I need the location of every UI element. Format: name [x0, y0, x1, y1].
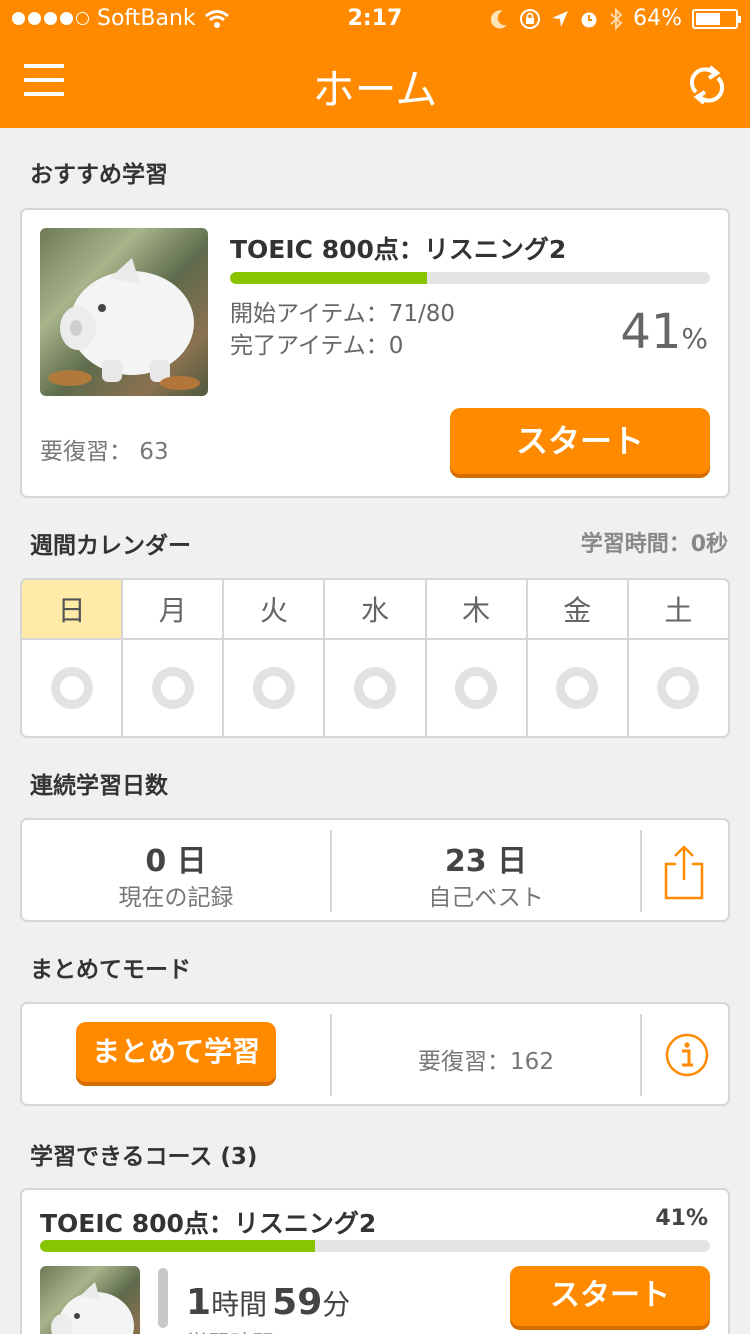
weekly-calendar: 日 月 火 水 木 金 土: [20, 578, 730, 738]
alarm-icon: [581, 12, 597, 27]
recommended-section-title: おすすめ学習: [30, 162, 168, 188]
batch-review-count: 要復習：162: [418, 1049, 554, 1075]
course-progress-bar: [40, 1240, 710, 1252]
piggy-bank-image: [51, 1282, 134, 1334]
review-count: 要復習： 63: [40, 439, 169, 465]
info-button[interactable]: [664, 1032, 710, 1078]
bluetooth-icon: [610, 7, 623, 30]
location-icon: [552, 10, 569, 27]
course-percent: 41%: [655, 1206, 708, 1231]
courses-section-title: 学習できるコース (3): [30, 1144, 258, 1170]
batch-section-title: まとめてモード: [30, 957, 191, 983]
time-indicator: [158, 1268, 168, 1328]
recommended-progress-bar: [230, 272, 710, 284]
day-status-thu: [427, 640, 528, 736]
course-thumbnail: [40, 228, 208, 396]
calendar-section-title: 週間カレンダー: [30, 533, 191, 559]
completed-items: 完了アイテム：0: [230, 333, 404, 359]
divider: [640, 1014, 642, 1096]
day-status-fri: [528, 640, 629, 736]
streak-card: 0 日 現在の記録 23 日 自己ベスト: [20, 818, 730, 922]
study-duration: 1時間 59分: [186, 1282, 351, 1323]
study-time: 学習時間：0秒: [580, 532, 728, 557]
best-streak-value: 23 日: [444, 844, 528, 879]
study-duration-label: 学習時間: [186, 1326, 274, 1334]
day-thu[interactable]: 木: [426, 580, 528, 640]
day-sun[interactable]: 日: [22, 580, 124, 640]
refresh-button[interactable]: [684, 62, 730, 108]
day-tue[interactable]: 火: [224, 580, 326, 640]
day-status-wed: [325, 640, 427, 736]
nav-bar: ホーム: [0, 40, 750, 128]
current-streak-value: 0 日: [145, 844, 207, 879]
progress-percent: 41%: [620, 304, 708, 360]
course-title: TOEIC 800点：リスニング2: [40, 1209, 377, 1238]
best-streak-label: 自己ベスト: [428, 885, 544, 911]
course-card[interactable]: TOEIC 800点：リスニング2 41% 1時間 59分 学習時間 スタート: [20, 1188, 730, 1334]
empty-ring-icon: [657, 667, 700, 709]
day-status-sat: [629, 640, 728, 736]
day-status-mon: [123, 640, 225, 736]
recommended-card[interactable]: TOEIC 800点：リスニング2 開始アイテム：71/80 完了アイテム：0 …: [20, 208, 730, 498]
batch-card: まとめて学習 要復習：162: [20, 1002, 730, 1106]
piggy-bank-image: [48, 258, 200, 390]
day-wed[interactable]: 水: [325, 580, 427, 640]
started-items: 開始アイテム：71/80: [230, 301, 455, 327]
empty-ring-icon: [50, 667, 93, 709]
day-mon[interactable]: 月: [123, 580, 225, 640]
course-thumbnail: [40, 1266, 140, 1334]
moon-icon: [491, 9, 508, 28]
empty-ring-icon: [252, 667, 295, 709]
empty-ring-icon: [455, 667, 498, 709]
info-icon: [665, 1033, 709, 1077]
recommended-course-title: TOEIC 800点：リスニング2: [230, 235, 567, 264]
page-title: ホーム: [312, 65, 438, 114]
course-start-button[interactable]: スタート: [510, 1266, 710, 1326]
rotation-lock-icon: [520, 8, 541, 29]
day-fri[interactable]: 金: [527, 580, 629, 640]
empty-ring-icon: [353, 667, 396, 709]
batch-study-button[interactable]: まとめて学習: [76, 1022, 276, 1082]
share-button[interactable]: [662, 844, 712, 902]
empty-ring-icon: [556, 667, 599, 709]
day-sat[interactable]: 土: [628, 580, 728, 640]
empty-ring-icon: [151, 667, 194, 709]
refresh-icon: [689, 65, 725, 105]
status-bar: SoftBank 2:17 64%: [0, 0, 750, 40]
start-button[interactable]: スタート: [450, 408, 710, 474]
status-right: 64%: [491, 6, 741, 31]
share-icon: [664, 845, 704, 900]
battery-percent: 64%: [633, 6, 682, 31]
day-status-sun: [22, 640, 124, 736]
streak-section-title: 連続学習日数: [30, 773, 168, 799]
current-streak-label: 現在の記録: [118, 885, 234, 911]
day-status-tue: [224, 640, 326, 736]
divider: [640, 830, 642, 912]
battery-icon: [692, 8, 741, 29]
